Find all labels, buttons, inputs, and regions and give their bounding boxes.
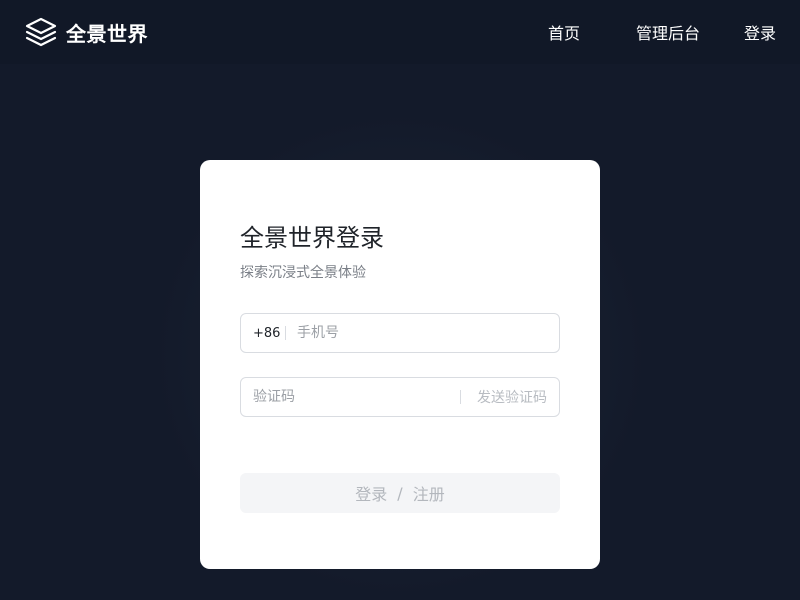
nav-admin[interactable]: 管理后台 (636, 0, 700, 64)
top-header: 全景世界 首页 管理后台 登录 (0, 0, 800, 64)
verification-code-field[interactable]: 发送验证码 (240, 377, 560, 417)
brand-name: 全景世界 (66, 21, 148, 46)
login-register-button[interactable]: 登录 / 注册 (240, 473, 560, 513)
button-separator: / (397, 483, 403, 503)
nav-home[interactable]: 首页 (548, 0, 580, 64)
phone-input[interactable] (297, 314, 547, 352)
login-card: 全景世界登录 探索沉浸式全景体验 +86 发送验证码 登录 / 注册 (200, 160, 600, 569)
login-label: 登录 (355, 485, 388, 504)
brand[interactable]: 全景世界 (24, 16, 148, 48)
code-divider (460, 390, 461, 404)
country-code-prefix: +86 (253, 325, 281, 341)
register-label: 注册 (412, 485, 445, 504)
phone-divider (285, 326, 286, 340)
verification-code-input[interactable] (253, 378, 453, 416)
login-subtitle: 探索沉浸式全景体验 (240, 265, 366, 281)
nav-login[interactable]: 登录 (744, 0, 776, 64)
layers-icon (25, 17, 57, 47)
send-code-button[interactable]: 发送验证码 (477, 378, 547, 416)
phone-field[interactable]: +86 (240, 313, 560, 353)
login-title: 全景世界登录 (240, 224, 384, 252)
